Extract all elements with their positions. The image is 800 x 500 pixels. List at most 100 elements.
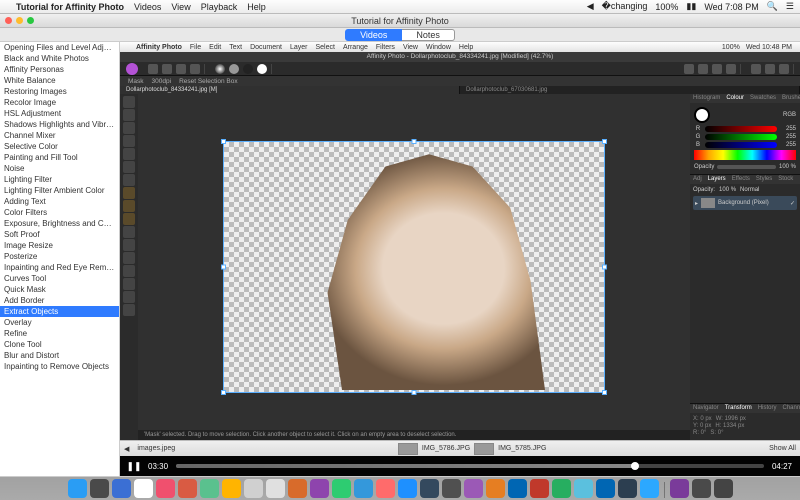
tab-notes[interactable]: Notes: [402, 29, 455, 41]
sidebar-item[interactable]: HSL Adjustment: [0, 108, 119, 119]
toolbar-icon: [190, 64, 200, 74]
inner-thumb-strip: ◀ images.jpeg IMG_5786.JPG IMG_5785.JPG …: [120, 440, 800, 456]
close-button[interactable]: [5, 17, 12, 24]
dock-app-icon[interactable]: [640, 479, 659, 498]
app-name[interactable]: Tutorial for Affinity Photo: [16, 2, 124, 12]
pause-button[interactable]: ❚❚: [128, 460, 140, 472]
layer-thumb-icon: [701, 198, 715, 208]
extracted-subject: [284, 147, 574, 390]
sidebar-item[interactable]: Recolor Image: [0, 97, 119, 108]
dock-app-icon[interactable]: [288, 479, 307, 498]
selection-handle: [221, 265, 226, 270]
dock-app-icon[interactable]: [156, 479, 175, 498]
dock-app-icon[interactable]: [222, 479, 241, 498]
tab-videos[interactable]: Videos: [345, 29, 402, 41]
sidebar-item[interactable]: Curves Tool: [0, 273, 119, 284]
dock-app-icon[interactable]: [266, 479, 285, 498]
sidebar-item[interactable]: Refine: [0, 328, 119, 339]
notif-center-icon[interactable]: ☰: [786, 1, 794, 12]
sidebar-item[interactable]: Noise: [0, 163, 119, 174]
sidebar-item[interactable]: Image Resize: [0, 240, 119, 251]
dock-app-icon[interactable]: [574, 479, 593, 498]
sidebar-item[interactable]: Extract Objects: [0, 306, 119, 317]
transform-panel: X: 0 pxW: 1996 px Y: 0 pxH: 1334 px R: 0…: [690, 413, 800, 440]
sidebar-item[interactable]: Inpainting to Remove Objects: [0, 361, 119, 372]
dock-app-icon[interactable]: [90, 479, 109, 498]
sidebar-item[interactable]: Clone Tool: [0, 339, 119, 350]
dock-app-icon[interactable]: [670, 479, 689, 498]
menu-playback[interactable]: Playback: [201, 2, 238, 12]
zoom-button[interactable]: [27, 17, 34, 24]
minimize-button[interactable]: [16, 17, 23, 24]
menu-videos[interactable]: Videos: [134, 2, 161, 12]
spotlight-icon[interactable]: 🔍: [767, 1, 778, 12]
doc-tab: Dollarphotoclub_67030681.jpg: [460, 86, 800, 94]
menu-help[interactable]: Help: [247, 2, 266, 12]
window-controls: [5, 17, 34, 24]
persona-photo-icon: [126, 63, 138, 75]
battery-pct: 100%: [655, 2, 678, 12]
tutorial-list[interactable]: Opening Files and Level AdjustmentBlack …: [0, 42, 120, 476]
dock-app-icon[interactable]: [200, 479, 219, 498]
toolbar-icon: [765, 64, 775, 74]
dock-app-icon[interactable]: [486, 479, 505, 498]
volume-icon[interactable]: ◀︎: [587, 1, 594, 12]
dock-app-icon[interactable]: [376, 479, 395, 498]
panel-tabs-colour: Histogram Colour Swatches Brushes: [690, 94, 800, 103]
menu-view[interactable]: View: [171, 2, 190, 12]
dock-app-icon[interactable]: [332, 479, 351, 498]
selection-handle: [221, 390, 226, 395]
sidebar-item[interactable]: Restoring Images: [0, 86, 119, 97]
dock-app-icon[interactable]: [530, 479, 549, 498]
inner-menu-help: Help: [459, 44, 473, 51]
sidebar-item[interactable]: Add Border: [0, 295, 119, 306]
dock-app-icon[interactable]: [134, 479, 153, 498]
sidebar-item[interactable]: Black and White Photos: [0, 53, 119, 64]
dock-app-icon[interactable]: [310, 479, 329, 498]
sidebar-item[interactable]: Lighting Filter Ambient Color: [0, 185, 119, 196]
progress-knob[interactable]: [631, 462, 639, 470]
toolbar-icon: [148, 64, 158, 74]
dock-app-icon[interactable]: [398, 479, 417, 498]
sidebar-item[interactable]: Posterize: [0, 251, 119, 262]
sidebar-item[interactable]: Opening Files and Level Adjustment: [0, 42, 119, 53]
progress-bar[interactable]: [176, 464, 764, 468]
clock[interactable]: Wed 7:08 PM: [704, 2, 758, 12]
dock-app-icon[interactable]: [244, 479, 263, 498]
sidebar-item[interactable]: Overlay: [0, 317, 119, 328]
sidebar-item[interactable]: Color Filters: [0, 207, 119, 218]
dock-app-icon[interactable]: [68, 479, 87, 498]
dock-app-icon[interactable]: [508, 479, 527, 498]
sidebar-item[interactable]: Quick Mask: [0, 284, 119, 295]
tool-icon: [123, 135, 135, 147]
sidebar-item[interactable]: Lighting Filter: [0, 174, 119, 185]
thumb-label: IMG_5786.JPG: [422, 445, 470, 452]
sidebar-item[interactable]: Selective Color: [0, 141, 119, 152]
slider-b: [705, 142, 777, 148]
sidebar-item[interactable]: Inpainting and Red Eye Removal: [0, 262, 119, 273]
dock-app-icon[interactable]: [178, 479, 197, 498]
sidebar-item[interactable]: Shadows Highlights and Vibrance: [0, 119, 119, 130]
dock-app-icon[interactable]: [714, 479, 733, 498]
dock-app-icon[interactable]: [692, 479, 711, 498]
dock-app-icon[interactable]: [596, 479, 615, 498]
sidebar-item[interactable]: Painting and Fill Tool: [0, 152, 119, 163]
dock-app-icon[interactable]: [464, 479, 483, 498]
sidebar-item[interactable]: Channel Mixer: [0, 130, 119, 141]
sidebar-item[interactable]: Adding Text: [0, 196, 119, 207]
wifi-icon[interactable]: �changing: [602, 1, 648, 12]
dock-app-icon[interactable]: [354, 479, 373, 498]
dock-app-icon[interactable]: [442, 479, 461, 498]
dock-app-icon[interactable]: [420, 479, 439, 498]
opacity-label: Opacity: [694, 164, 714, 170]
transform-s: S: 0°: [710, 430, 723, 436]
dock-app-icon[interactable]: [112, 479, 131, 498]
dock-app-icon[interactable]: [618, 479, 637, 498]
sidebar-item[interactable]: Affinity Personas: [0, 64, 119, 75]
sidebar-item[interactable]: White Balance: [0, 75, 119, 86]
toolbar-icon: [243, 64, 253, 74]
dock-app-icon[interactable]: [552, 479, 571, 498]
sidebar-item[interactable]: Blur and Distort: [0, 350, 119, 361]
sidebar-item[interactable]: Soft Proof: [0, 229, 119, 240]
sidebar-item[interactable]: Exposure, Brightness and Contrast: [0, 218, 119, 229]
